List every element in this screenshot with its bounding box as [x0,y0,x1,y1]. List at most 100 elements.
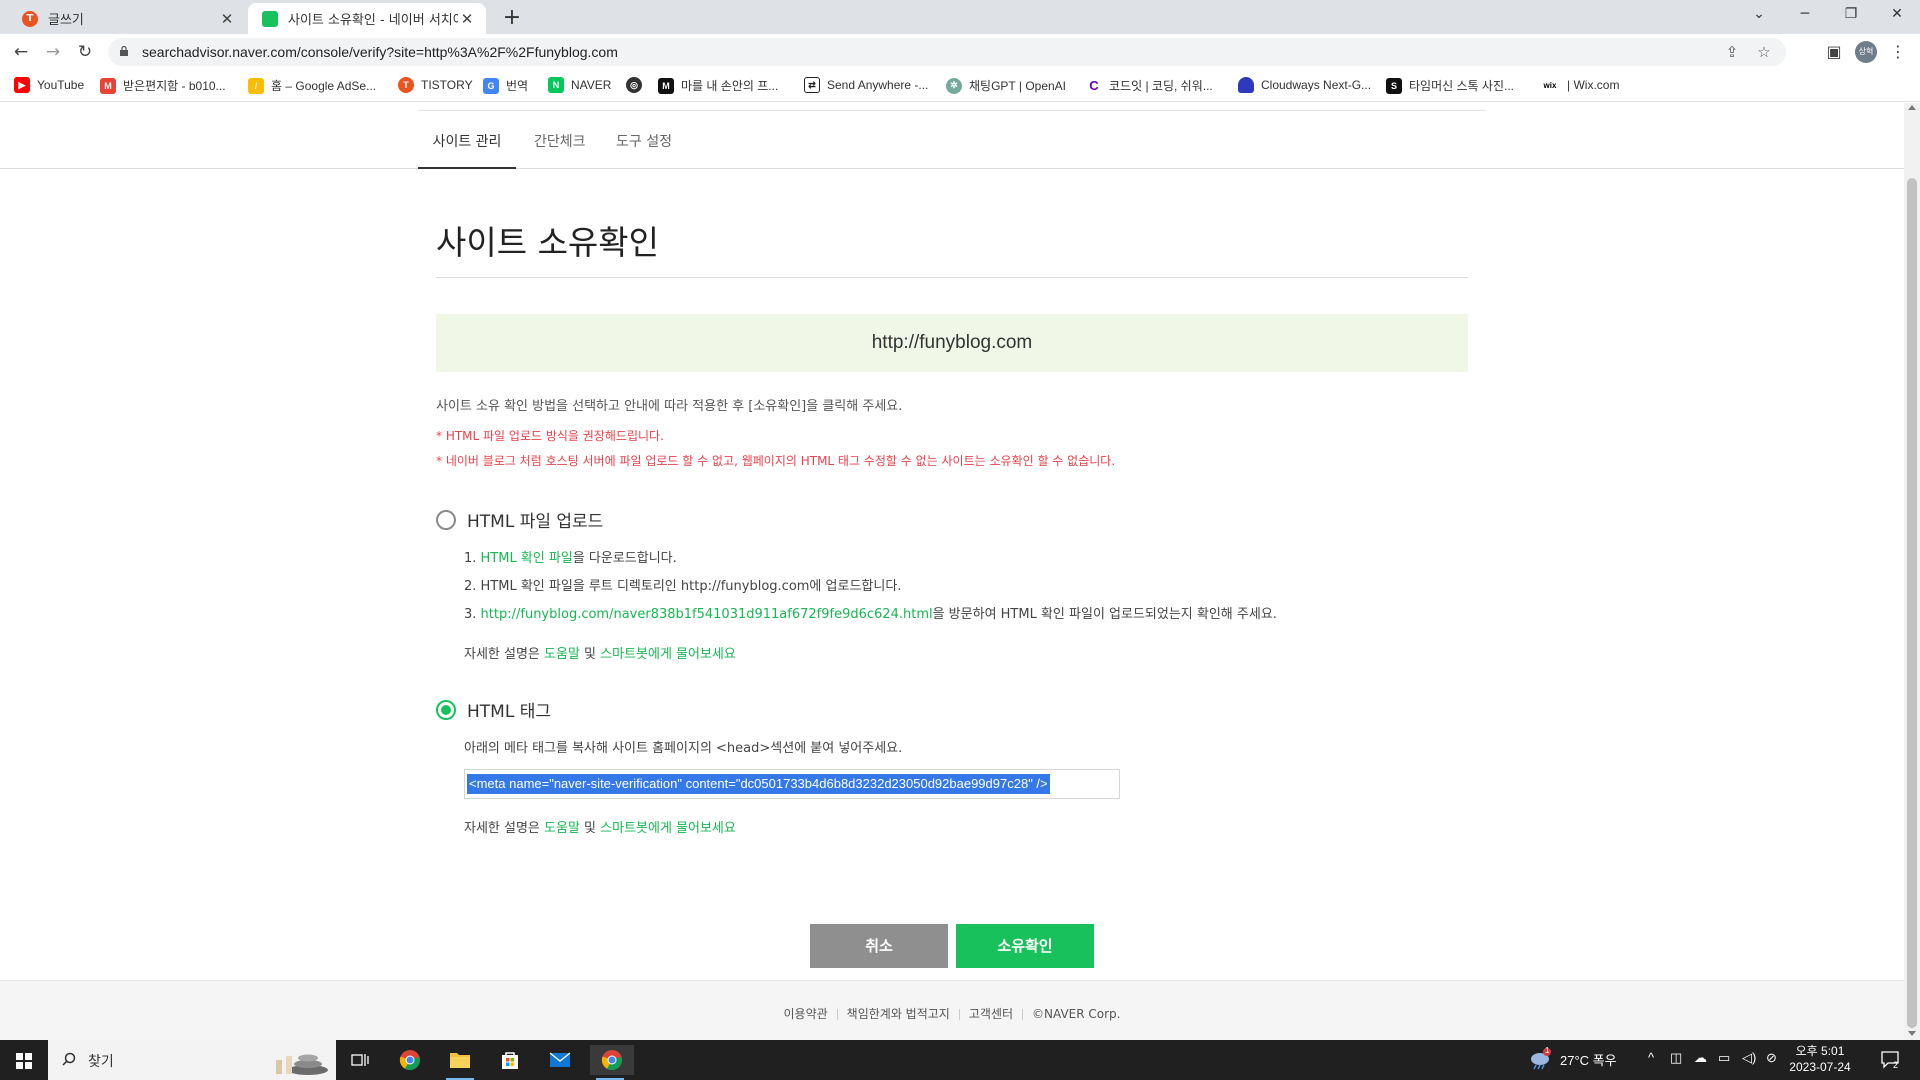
minimize-icon[interactable]: ─ [1782,0,1828,30]
footer-link-disclaimer[interactable]: 책임한계와 법적고지 [847,1007,950,1021]
chrome-profile-icon[interactable] [590,1045,634,1080]
tab-tistory-write[interactable]: T 글쓰기 ✕ [8,3,246,34]
smartbot-link[interactable]: 스마트봇에게 물어보세요 [600,821,736,836]
clock-time: 오후 5:01 [1795,1044,1845,1058]
store-icon[interactable] [490,1045,530,1075]
bookmark-adsense[interactable]: / 홈 – Google AdSe... [248,77,376,94]
bookmark-marble[interactable]: M 마를 내 손안의 프... [658,77,778,94]
bookmark-cloudways[interactable]: Cloudways Next-G... [1238,77,1371,93]
help-link[interactable]: 도움말 [544,647,580,662]
globe-icon: ◎ [626,77,642,93]
bookmark-translate[interactable]: G 번역 [483,77,528,94]
notice-recommend: * HTML 파일 업로드 방식을 권장해드립니다. [436,429,664,443]
openai-icon: ✲ [946,77,962,94]
tab-strip: T 글쓰기 ✕ 사이트 소유확인 - 네이버 서치어 ✕ + ⌄ ─ ❐ ✕ [0,0,1920,34]
marble-icon: M [658,77,674,94]
radio-html-tag[interactable] [436,699,456,720]
restore-icon[interactable]: ❐ [1828,0,1874,30]
tab-tool-settings[interactable]: 도구 설정 [616,131,672,169]
meta-tag-text[interactable]: <meta name="naver-site-verification" con… [467,774,1050,794]
side-panel-icon[interactable]: ▣ [1822,40,1846,64]
bookmark-send-anywhere[interactable]: ⇄ Send Anywhere -... [804,77,928,93]
onedrive-icon[interactable]: ☁ [1694,1050,1707,1066]
window-close-icon[interactable]: ✕ [1874,0,1920,30]
bookmark-tistory[interactable]: T TISTORY [398,77,473,93]
notification-icon[interactable] [1880,1049,1902,1071]
taskbar-search[interactable]: 찾기 [48,1040,336,1080]
lock-icon [120,46,128,56]
new-tab-button[interactable]: + [498,5,526,33]
start-button[interactable] [0,1040,48,1080]
option-html-file-upload[interactable]: HTML 파일 업로드 [436,507,603,532]
notification-count: 2 [1893,1060,1899,1070]
footer-links: 이용약관 책임한계와 법적고지 고객센터 ©NAVER Corp. [0,1005,1904,1022]
scroll-thumb[interactable] [1907,178,1917,1028]
bookmark-globe[interactable]: ◎ [626,77,649,93]
step-upload: 2. HTML 확인 파일을 루트 디렉토리인 http://funyblog.… [464,579,902,594]
bookmark-codeit[interactable]: C 코드잇 | 코딩, 쉬워... [1086,77,1213,94]
network-icon[interactable]: ▭ [1718,1050,1730,1066]
close-icon[interactable]: ✕ [218,10,236,28]
tab-search-advisor[interactable]: 사이트 소유확인 - 네이버 서치어 ✕ [248,3,486,34]
weather-text[interactable]: 27°C 폭우 [1560,1050,1617,1069]
option-label: HTML 파일 업로드 [467,512,604,532]
scroll-down-icon[interactable] [1908,1031,1916,1036]
youtube-icon: ▶ [14,77,30,93]
share-icon[interactable]: ⇪ [1720,41,1744,63]
divider [836,1009,838,1020]
bookmark-youtube[interactable]: ▶ YouTube [14,77,84,93]
task-view-icon[interactable] [340,1045,380,1075]
tag-instruction: 아래의 메타 태그를 복사해 사이트 홈페이지의 <head>섹션에 붙여 넣어… [464,741,903,756]
page-viewport: 사이트 관리 간단체크 도구 설정 사이트 소유확인 http://funybl… [0,103,1904,1040]
chrome-icon[interactable] [390,1045,430,1075]
more-menu-icon[interactable]: ⋮ [1886,40,1910,64]
verify-ownership-button[interactable]: 소유확인 [956,924,1094,968]
help-text: 자세한 설명은 도움말 및 스마트봇에게 물어보세요 [464,821,736,836]
vpn-off-icon[interactable]: ⊘ [1766,1050,1777,1066]
translate-icon: G [483,77,499,94]
clock[interactable]: 오후 5:01 2023-07-24 [1780,1043,1860,1075]
tistory-icon: T [22,10,38,27]
forward-arrow-icon[interactable]: → [40,39,66,65]
bookmarks-bar: ▶ YouTube M 받은편지함 - b010... / 홈 – Google Ad… [0,70,1920,102]
meet-icon[interactable]: ◫ [1670,1050,1682,1066]
option-html-tag[interactable]: HTML 태그 [436,697,551,722]
tab-site-management[interactable]: 사이트 관리 [418,131,516,169]
bookmark-star-icon[interactable]: ☆ [1752,41,1776,63]
tab-quick-check[interactable]: 간단체크 [534,131,586,169]
footer-copyright: ©NAVER Corp. [1032,1007,1121,1021]
windows-logo-icon [16,1053,32,1069]
footer-link-terms[interactable]: 이용약관 [784,1007,828,1021]
omnibox[interactable]: searchadvisor.naver.com/console/verify?s… [108,38,1786,66]
codeit-icon: C [1086,77,1102,94]
close-icon[interactable]: ✕ [458,10,476,28]
bookmark-timemachine[interactable]: S 타임머신 스톡 사진... [1386,77,1514,94]
reload-icon[interactable]: ↻ [72,39,98,65]
search-icon [62,1052,76,1066]
url-text[interactable]: searchadvisor.naver.com/console/verify?s… [142,44,618,60]
meta-tag-field[interactable]: <meta name="naver-site-verification" con… [464,769,1120,799]
bookmark-gmail[interactable]: M 받은편지함 - b010... [100,77,226,94]
smartbot-link[interactable]: 스마트봇에게 물어보세요 [600,647,736,662]
download-html-file-link[interactable]: HTML 확인 파일 [481,551,573,566]
radio-html-file[interactable] [436,509,456,530]
avatar[interactable]: 상혁 [1855,41,1877,63]
back-arrow-icon[interactable]: ← [8,39,34,65]
verification-file-link[interactable]: http://funyblog.com/naver838b1f541031d91… [481,607,933,622]
scroll-up-icon[interactable] [1908,105,1916,110]
option-label: HTML 태그 [467,702,551,722]
file-explorer-icon[interactable] [440,1045,480,1080]
cancel-button[interactable]: 취소 [810,924,948,968]
bookmark-wix[interactable]: wix | Wix.com [1540,77,1619,93]
gmail-icon: M [100,77,116,94]
mail-icon[interactable] [540,1045,580,1075]
divider [1022,1009,1024,1020]
help-link[interactable]: 도움말 [544,821,580,836]
footer-link-support[interactable]: 고객센터 [969,1007,1013,1021]
bookmark-chatgpt[interactable]: ✲ 채팅GPT | OpenAI [946,77,1066,94]
tray-expand-icon[interactable]: ^ [1648,1050,1654,1065]
bookmark-naver[interactable]: N NAVER [548,77,611,93]
tab-search-chevron-icon[interactable]: ⌄ [1736,0,1782,30]
volume-icon[interactable]: ◁) [1742,1050,1756,1066]
page-scrollbar[interactable] [1904,103,1920,1040]
